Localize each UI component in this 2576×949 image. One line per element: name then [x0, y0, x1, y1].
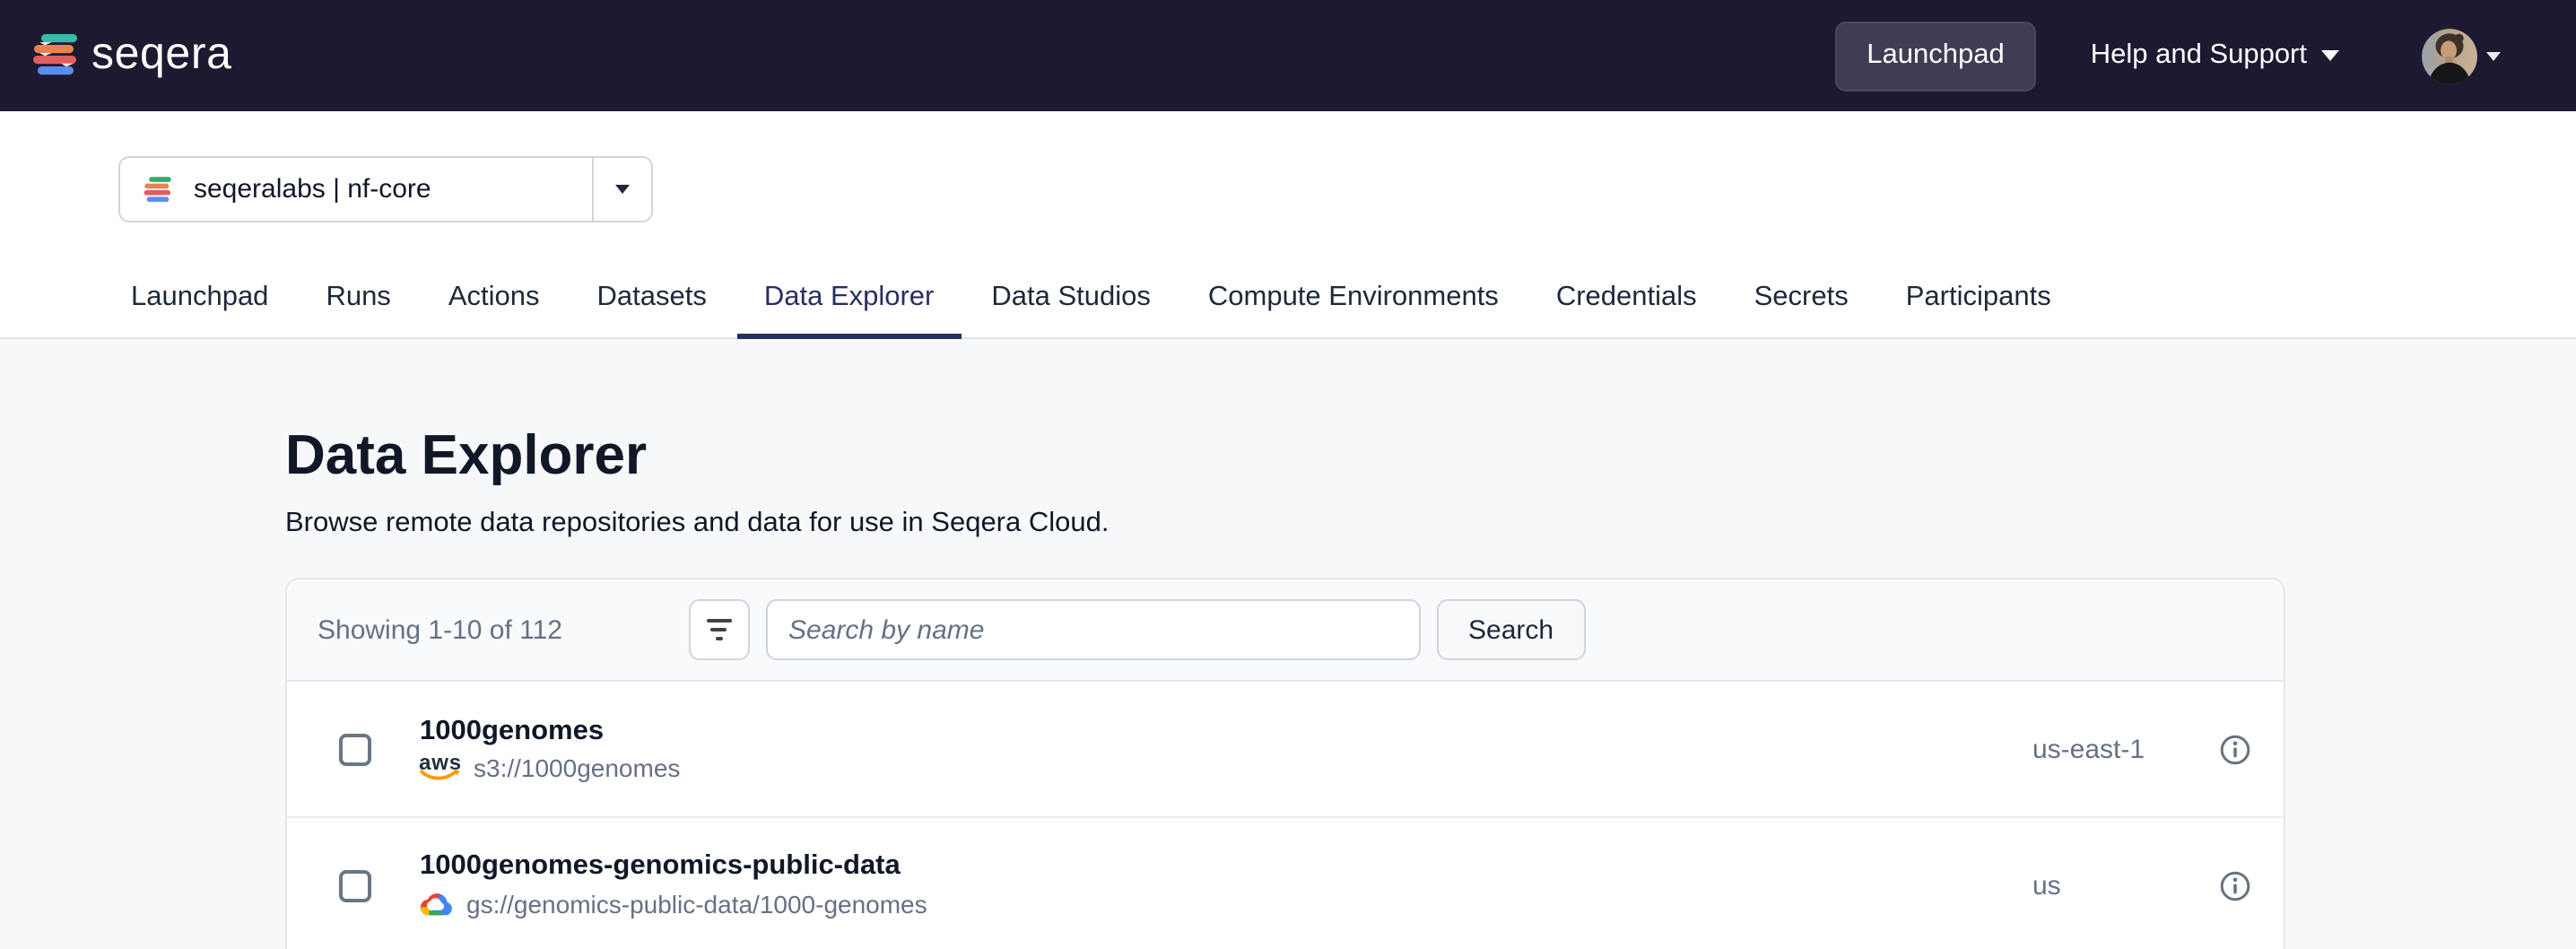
- row-checkbox[interactable]: [339, 869, 371, 901]
- info-icon[interactable]: [2219, 869, 2251, 901]
- bucket-name[interactable]: 1000genomes-genomics-public-data: [420, 849, 927, 882]
- help-and-support-label: Help and Support: [2091, 39, 2307, 72]
- row-checkbox[interactable]: [339, 733, 371, 765]
- app: seqera Launchpad Help and Support: [0, 0, 2576, 949]
- workspace-header: seqeralabs | nf-core Launchpad Runs Acti…: [0, 111, 2576, 339]
- seqera-brand[interactable]: seqera: [32, 31, 232, 80]
- avatar[interactable]: [2422, 28, 2477, 83]
- page-subtitle: Browse remote data repositories and data…: [285, 508, 2576, 540]
- launchpad-button[interactable]: Launchpad: [1834, 21, 2036, 91]
- bucket-uri-line: gs://genomics-public-data/1000-genomes: [420, 887, 927, 921]
- workspace-logo-icon: [144, 175, 172, 204]
- table-row[interactable]: 1000genomes-genomics-public-data: [287, 818, 2284, 949]
- data-explorer-table: Showing 1-10 of 112 Search 1000genomes a…: [285, 578, 2285, 949]
- tab-runs[interactable]: Runs: [299, 260, 417, 339]
- workspace-dropdown-toggle[interactable]: [592, 158, 651, 221]
- tab-data-studios[interactable]: Data Studios: [964, 260, 1178, 339]
- bucket-cell: 1000genomes-genomics-public-data: [420, 849, 927, 921]
- help-and-support-menu[interactable]: Help and Support: [2091, 39, 2339, 72]
- tab-compute-environments[interactable]: Compute Environments: [1181, 260, 1526, 339]
- workspace-selected-label: seqeralabs | nf-core: [194, 174, 431, 205]
- tab-data-explorer[interactable]: Data Explorer: [737, 260, 962, 339]
- google-cloud-icon: [420, 887, 454, 921]
- tab-actions[interactable]: Actions: [422, 260, 567, 339]
- page-title: Data Explorer: [285, 427, 2576, 484]
- search-input[interactable]: [765, 599, 1420, 660]
- aws-icon: aws: [420, 753, 461, 783]
- bucket-uri-line: aws s3://1000genomes: [420, 753, 680, 783]
- main-content: Data Explorer Browse remote data reposit…: [0, 339, 2576, 949]
- tab-launchpad[interactable]: Launchpad: [104, 260, 295, 339]
- workspace-selector[interactable]: seqeralabs | nf-core: [118, 156, 653, 222]
- bucket-region: us-east-1: [2032, 734, 2145, 764]
- bucket-uri: gs://genomics-public-data/1000-genomes: [466, 890, 927, 919]
- top-navbar: seqera Launchpad Help and Support: [0, 0, 2576, 111]
- tab-participants[interactable]: Participants: [1879, 260, 2078, 339]
- chevron-down-icon: [2486, 51, 2501, 60]
- search-button[interactable]: Search: [1436, 599, 1586, 660]
- brand-wordmark: seqera: [91, 28, 232, 80]
- user-menu[interactable]: [2422, 28, 2501, 83]
- bucket-cell: 1000genomes aws s3://1000genomes: [420, 715, 680, 783]
- seqera-logo-icon: [32, 32, 79, 79]
- chevron-down-icon: [615, 185, 630, 194]
- filter-icon: [706, 618, 731, 622]
- tab-credentials[interactable]: Credentials: [1529, 260, 1724, 339]
- workspace-tabs: Launchpad Runs Actions Datasets Data Exp…: [0, 260, 2576, 339]
- bucket-region: us: [2032, 870, 2061, 901]
- table-row[interactable]: 1000genomes aws s3://1000genomes us-east…: [287, 682, 2284, 818]
- chevron-down-icon: [2321, 50, 2339, 61]
- table-toolbar: Showing 1-10 of 112 Search: [287, 579, 2284, 682]
- tab-datasets[interactable]: Datasets: [570, 260, 734, 339]
- bucket-uri: s3://1000genomes: [474, 753, 680, 782]
- navbar-right: Launchpad Help and Support: [1834, 21, 2501, 91]
- info-icon[interactable]: [2219, 733, 2251, 765]
- tab-secrets[interactable]: Secrets: [1727, 260, 1875, 339]
- filter-button[interactable]: [688, 599, 749, 660]
- results-count: Showing 1-10 of 112: [318, 614, 562, 645]
- bucket-name[interactable]: 1000genomes: [420, 715, 680, 747]
